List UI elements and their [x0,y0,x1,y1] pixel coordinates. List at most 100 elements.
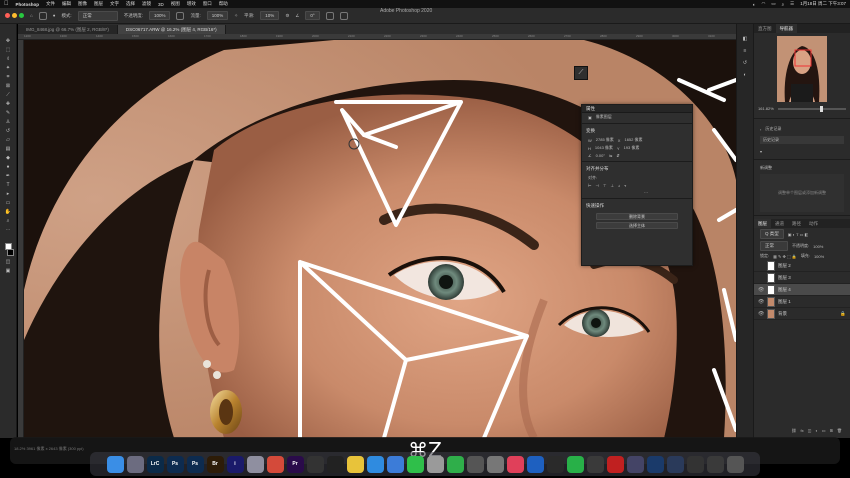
history-brush-tool-icon[interactable]: ↺ [5,128,12,134]
hand-tool-icon[interactable]: ✋ [5,209,12,215]
dock-safari-icon[interactable] [366,455,384,473]
dock-mail-icon[interactable] [386,455,404,473]
menu-item[interactable]: 视图 [171,1,180,7]
angle-field[interactable]: 0° [305,11,320,20]
layer-row[interactable]: 图层 2 [754,260,850,272]
layer-row-selected[interactable]: 👁 图层 4 [754,284,850,296]
dock-app-f-icon[interactable] [586,455,604,473]
menu-app-name[interactable]: Photoshop [16,2,40,7]
align-center-icon[interactable]: ⊣ [595,183,598,188]
fx-icon[interactable]: fx [800,428,803,433]
dock-finder-icon[interactable] [106,455,124,473]
history-icon[interactable]: ↺ [742,60,749,66]
dock-bridge-icon[interactable]: Br [206,455,224,473]
layer-name[interactable]: 背景 [778,311,787,317]
lock-icons[interactable]: ▦ ✎ ✥ ⬚ 🔒 [773,254,797,259]
close-window-button[interactable] [5,13,10,18]
brush-size-icon[interactable]: ● [53,13,56,18]
menu-item[interactable]: 增效 [187,1,196,7]
search-icon[interactable]: ⌕ [782,2,785,7]
shape-tool-icon[interactable]: ▭ [5,200,12,206]
dock-chrome-icon[interactable] [266,455,284,473]
layer-kind-select[interactable]: Q 类型 [760,229,784,239]
move-tool-icon[interactable]: ✥ [5,38,12,44]
dock-launchpad-icon[interactable] [126,455,144,473]
mode-select[interactable]: 正常 [77,10,118,21]
dock-photoshop-icon[interactable]: Ps [166,455,184,473]
tab-layers[interactable]: 图层 [754,219,771,228]
menu-item[interactable]: 窗口 [203,1,212,7]
dock-system-prefs-icon[interactable] [486,455,504,473]
crop-tool-icon[interactable]: ⌗ [5,74,12,80]
frame-tool-icon[interactable]: ⊠ [5,83,12,89]
adjustments-icon[interactable]: ◐ [742,72,749,78]
layer-opacity-field[interactable]: 100% [813,244,823,249]
tab-actions[interactable]: 动作 [805,219,822,228]
brush-tool-icon[interactable] [38,11,47,20]
layer-row[interactable]: 👁 背景 🔒 [754,308,850,320]
dock-app-b-icon[interactable] [426,455,444,473]
eraser-tool-icon[interactable]: ▱ [5,137,12,143]
pen-tool-icon[interactable]: ✒ [5,173,12,179]
menu-item[interactable]: 文件 [46,1,55,7]
new-layer-icon[interactable]: ⊞ [830,428,833,433]
navigator-icon[interactable]: ◧ [742,36,749,42]
dock-capture-icon[interactable] [306,455,324,473]
delete-layer-icon[interactable]: 🗑 [837,428,842,433]
align-more[interactable]: ⋯ [582,189,692,196]
control-center-icon[interactable]: ☰ [790,1,794,7]
zoom-tool-icon[interactable]: ⌕ [5,218,12,224]
minimize-window-button[interactable] [12,13,17,18]
align-bottom-icon[interactable]: ⫟ [624,183,626,188]
dock-facetime-icon[interactable] [566,455,584,473]
quick-mask-icon[interactable]: ◫ [5,259,12,265]
menu-item[interactable]: 帮助 [219,1,228,7]
select-subject-button[interactable]: 选择主体 [596,222,678,229]
group-icon[interactable]: ▭ [822,428,826,433]
dock-app-c-icon[interactable] [466,455,484,473]
y-field[interactable]: 193 像素 [624,145,640,151]
filter-icon[interactable]: ▾ [760,149,762,154]
pressure-opacity-icon[interactable] [176,11,185,20]
flow-field[interactable]: 100% [206,11,229,20]
angle-field[interactable]: 0.00° [596,153,605,158]
blend-mode-select[interactable]: 正常 [760,241,788,251]
magic-wand-tool-icon[interactable]: ✦ [5,65,12,71]
dock-app-k-icon[interactable] [686,455,704,473]
layer-name[interactable]: 图层 4 [778,287,791,293]
dock-app-d-icon[interactable] [526,455,544,473]
airbrush-icon[interactable]: ✧ [234,13,238,19]
collapse-icon[interactable]: ‹ [760,127,761,132]
history-title[interactable]: 历史记录 [765,126,781,132]
dock-app-g-icon[interactable] [606,455,624,473]
blur-tool-icon[interactable]: ◆ [5,155,12,161]
dock-premiere-icon[interactable]: Pr [286,455,304,473]
status-icon[interactable]: ◐ [753,2,756,7]
dock-notes-icon[interactable] [346,455,364,473]
flip-vertical-icon[interactable]: ⇵ [616,153,619,158]
brush-tool-icon[interactable]: ✎ [5,110,12,116]
zoom-value[interactable]: 161.82% [758,106,774,111]
background-color-swatch[interactable] [6,249,14,256]
eyedropper-tool-icon[interactable]: ⟋ [5,92,12,98]
link-icon[interactable]: ⛓ [791,428,796,433]
tab-channels[interactable]: 通道 [771,219,788,228]
dock-app-i-icon[interactable] [646,455,664,473]
align-left-icon[interactable]: ⊢ [588,183,591,188]
dock-app-a-icon[interactable] [246,455,264,473]
pressure-size-icon[interactable] [325,11,334,20]
zoom-slider[interactable] [777,105,846,112]
dock-wechat-icon[interactable] [446,455,464,473]
settings-icon[interactable]: ⚙ [285,13,289,19]
screen-mode-icon[interactable]: ▣ [5,268,12,274]
menu-item[interactable]: 图像 [78,1,87,7]
marquee-tool-icon[interactable]: ⬚ [5,47,12,53]
dock-music-icon[interactable] [506,455,524,473]
healing-tool-icon[interactable]: ✚ [5,101,12,107]
layer-row[interactable]: 👁 图层 1 [754,296,850,308]
tab-navigator[interactable]: 导航器 [775,24,797,33]
smooth-field[interactable]: 10% [260,11,280,20]
clock[interactable]: 1月18日 周二 下午3:07 [800,1,846,7]
menu-item[interactable]: 编辑 [62,1,71,7]
opacity-field[interactable]: 100% [148,11,171,20]
